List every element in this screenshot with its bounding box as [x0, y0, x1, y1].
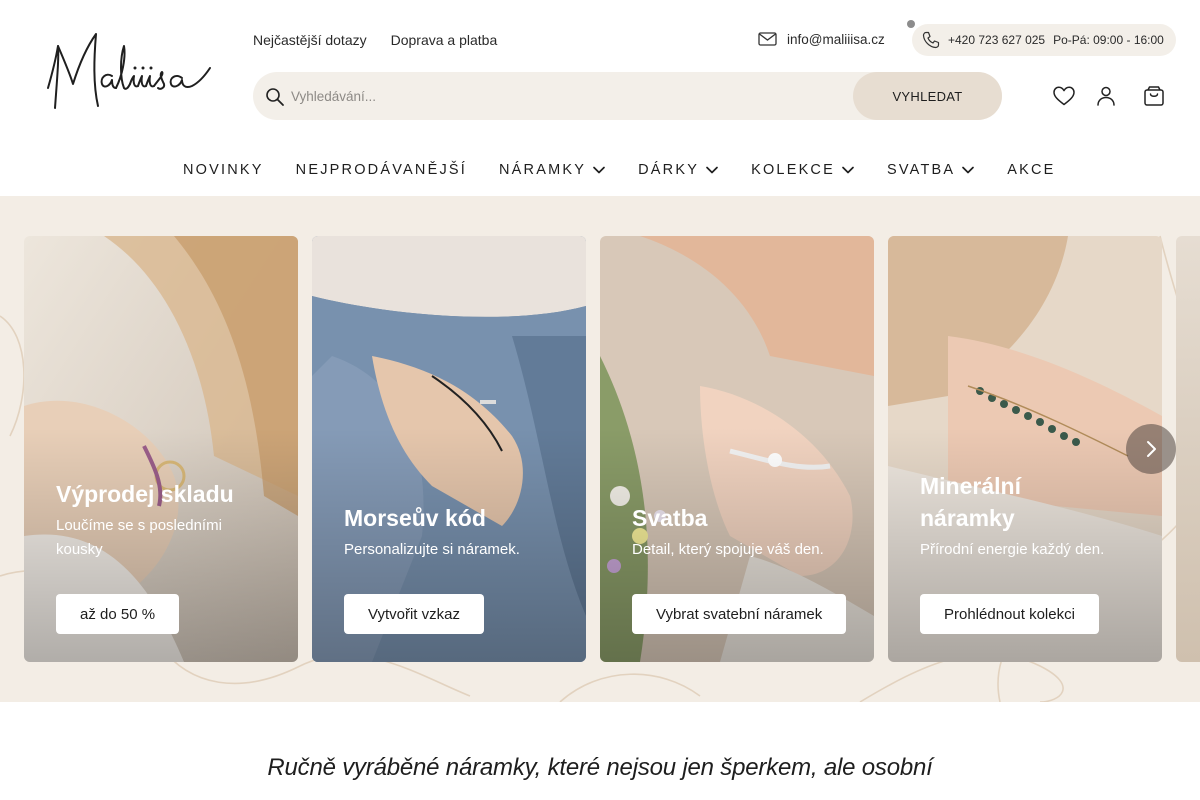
wishlist-heart-icon[interactable]	[1052, 84, 1076, 108]
card-title: Výprodej skladu	[56, 481, 234, 507]
nav-item-svatba[interactable]: SVATBA	[887, 160, 975, 180]
card-subtitle: Personalizujte si náramek.	[344, 541, 520, 558]
chevron-right-icon	[1147, 441, 1156, 457]
faq-link[interactable]: Nejčastější dotazy	[253, 31, 367, 49]
email-text: info@maliiisa.cz	[787, 31, 885, 47]
chevron-down-icon	[592, 163, 606, 177]
tagline-text: Ručně vyráběné náramky, které nejsou jen…	[267, 754, 933, 781]
card-button[interactable]: Vybrat svatební náramek	[632, 594, 847, 634]
card-button[interactable]: Vytvořit vzkaz	[344, 594, 484, 634]
mail-icon	[758, 31, 777, 47]
card-button[interactable]: Prohlédnout kolekci	[920, 594, 1099, 634]
nav-label: KOLEKCE	[751, 162, 835, 178]
nav-label: SVATBA	[886, 162, 956, 178]
next-card-peek	[1176, 236, 1200, 662]
brand-logo[interactable]	[42, 28, 214, 118]
nav-item-novinky[interactable]: NOVINKY	[183, 160, 264, 180]
nav-item-nejprodavanejsi[interactable]: NEJPRODÁVANĚJŠÍ	[296, 160, 467, 180]
chevron-down-icon	[841, 163, 855, 177]
nav-item-naramky[interactable]: NÁRAMKY	[499, 160, 606, 180]
promo-card-mineral[interactable]: Minerální náramky Přírodní energie každý…	[888, 236, 1162, 662]
carousel-next-button[interactable]	[1126, 424, 1176, 474]
chevron-down-icon	[705, 163, 719, 177]
search-button[interactable]: VYHLEDAT	[853, 72, 1002, 120]
search-input[interactable]	[291, 72, 851, 120]
nav-label: DÁRKY	[638, 162, 700, 178]
email-contact[interactable]: info@maliiisa.cz	[758, 31, 885, 47]
chevron-down-icon	[961, 163, 975, 177]
site-header: Nejčastější dotazy Doprava a platba info…	[0, 0, 1200, 196]
promo-card-sale[interactable]: Výprodej skladu Loučíme se s posledními …	[24, 236, 298, 662]
card-subtitle: Detail, který spojuje váš den.	[632, 541, 824, 558]
tagline: Ručně vyráběné náramky, které nejsou jen…	[0, 754, 1200, 782]
card-title: Morseův kód	[344, 505, 486, 531]
top-links: Nejčastější dotazy Doprava a platba	[253, 31, 497, 49]
nav-label: NEJPRODÁVANĚJŠÍ	[295, 162, 467, 178]
account-user-icon[interactable]	[1094, 84, 1118, 108]
nav-label: NOVINKY	[183, 162, 264, 178]
opening-hours: Po-Pá: 09:00 - 16:00	[1053, 33, 1164, 47]
phone-contact[interactable]: +420 723 627 025 Po-Pá: 09:00 - 16:00	[912, 24, 1176, 56]
nav-label: NÁRAMKY	[499, 162, 587, 178]
card-title: Minerální náramky	[920, 473, 1021, 531]
card-title: Svatba	[632, 505, 708, 531]
phone-number: +420 723 627 025	[948, 33, 1046, 47]
hero-carousel: Výprodej skladu Loučíme se s posledními …	[0, 196, 1200, 702]
shipping-payment-link[interactable]: Doprava a platba	[391, 31, 498, 49]
card-button[interactable]: až do 50 %	[56, 594, 180, 634]
search-icon	[265, 87, 285, 107]
search-bar: VYHLEDAT	[253, 72, 1002, 120]
main-navigation: NOVINKY NEJPRODÁVANĚJŠÍ NÁRAMKY DÁRKY KO…	[183, 160, 1056, 180]
nav-item-darky[interactable]: DÁRKY	[638, 160, 719, 180]
promo-card-morse[interactable]: Morseův kód Personalizujte si náramek. V…	[312, 236, 586, 662]
phone-icon	[922, 31, 940, 49]
cart-bag-icon[interactable]	[1142, 84, 1166, 108]
card-subtitle: Přírodní energie každý den.	[920, 541, 1105, 558]
card-subtitle: Loučíme se s posledními kousky	[56, 517, 222, 558]
nav-label: AKCE	[1007, 162, 1056, 178]
logo-script-mark	[47, 33, 211, 109]
nav-item-akce[interactable]: AKCE	[1007, 160, 1055, 180]
status-dot	[907, 20, 915, 28]
promo-card-wedding[interactable]: Svatba Detail, který spojuje váš den. Vy…	[600, 236, 874, 662]
nav-item-kolekce[interactable]: KOLEKCE	[751, 160, 855, 180]
